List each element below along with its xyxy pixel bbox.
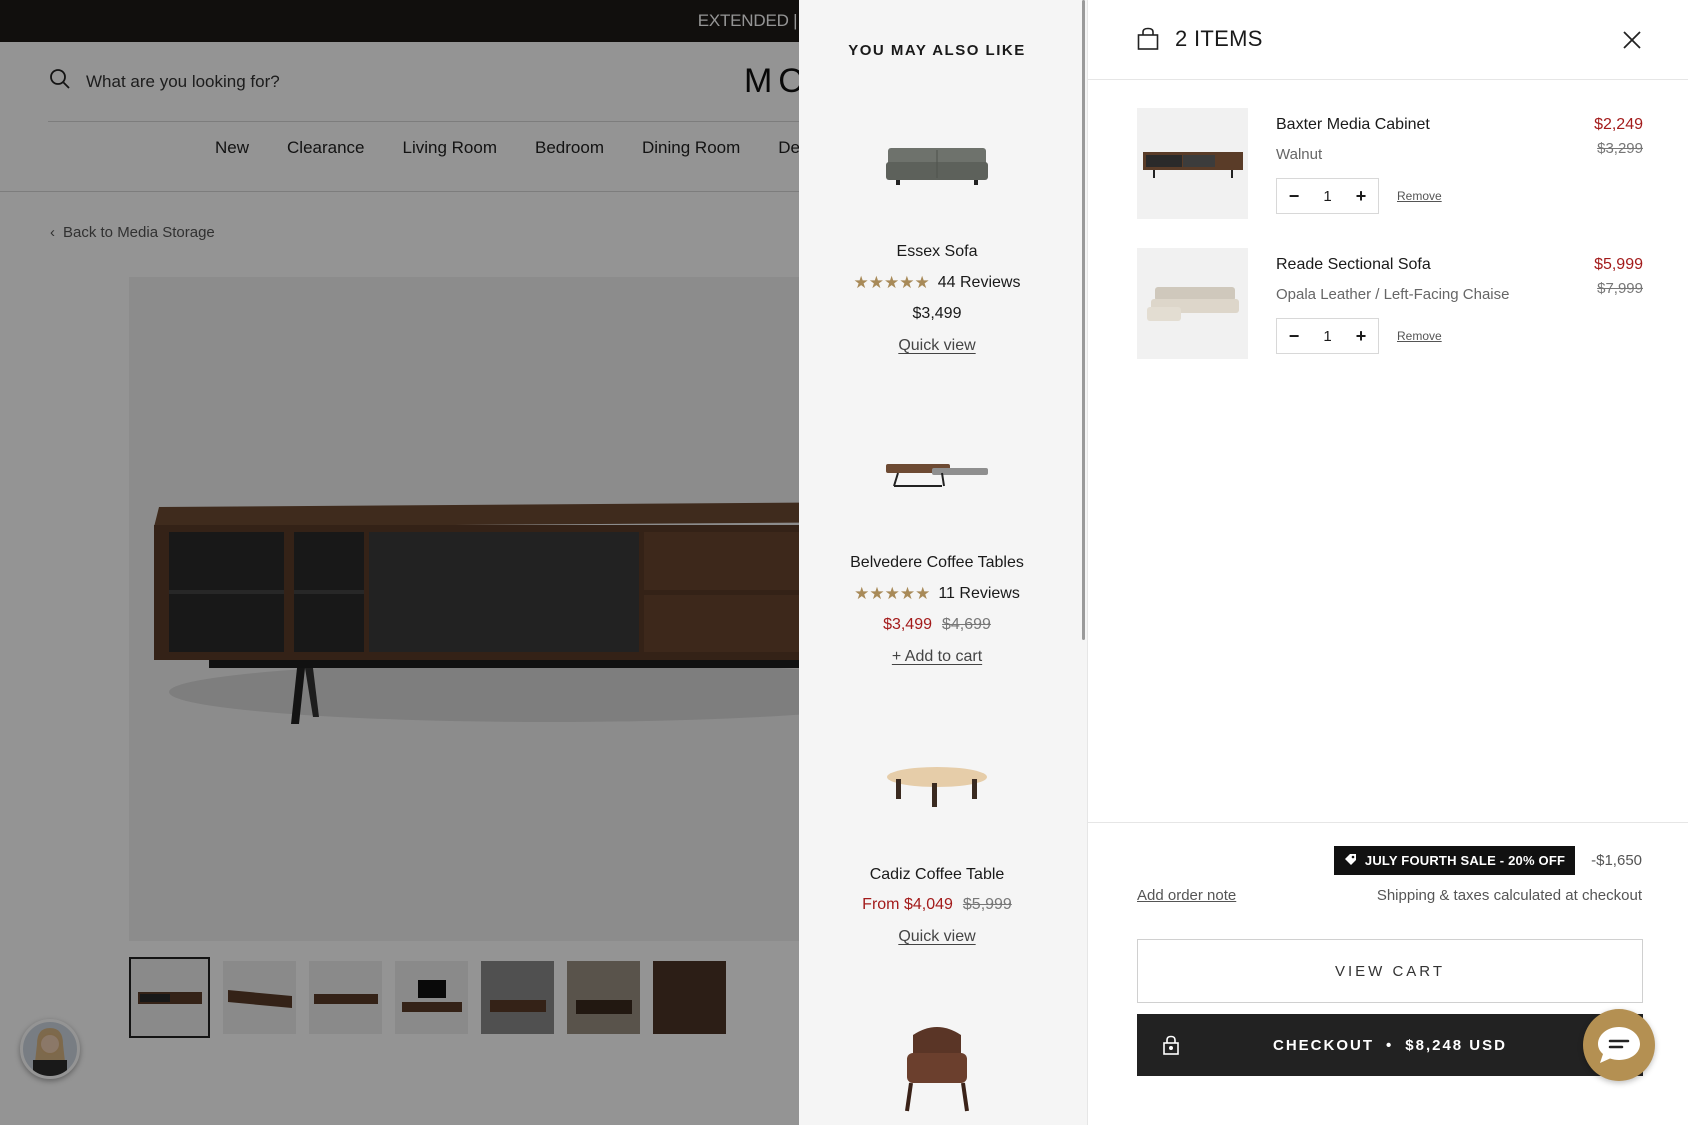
rec-item: Belvedere Coffee Tables ★★★★★ 11 Reviews… <box>799 406 1075 666</box>
rec-was-price: $5,999 <box>962 896 1012 913</box>
quantity-value[interactable]: 1 <box>1323 328 1331 345</box>
cart-item-variant: Opala Leather / Left-Facing Chaise <box>1276 286 1510 303</box>
cart-item-was-price: $7,999 <box>1597 280 1643 297</box>
quantity-value[interactable]: 1 <box>1323 188 1331 205</box>
armchair-icon[interactable] <box>799 1010 1075 1120</box>
tag-icon <box>1344 853 1357 869</box>
cart-footer: JULY FOURTH SALE - 20% OFF -$1,650 Add o… <box>1088 822 1688 1125</box>
star-rating-icon: ★★★★★ <box>854 584 931 603</box>
rec-reviews[interactable]: 44 Reviews <box>938 274 1021 292</box>
bullet-separator: • <box>1386 1036 1394 1054</box>
coffee-table-icon[interactable] <box>799 406 1075 546</box>
discount-row: JULY FOURTH SALE - 20% OFF -$1,650 <box>1333 846 1642 875</box>
cart-item-was-price: $3,299 <box>1597 140 1643 157</box>
checkout-button[interactable]: CHECKOUT • $8,248 USD <box>1137 1014 1643 1076</box>
coffee-table-icon[interactable] <box>799 718 1075 858</box>
sofa-icon[interactable] <box>799 95 1075 235</box>
quantity-stepper: − 1 + <box>1276 318 1379 354</box>
rec-price: $3,499 <box>912 305 962 322</box>
recommendations-title: YOU MAY ALSO LIKE <box>848 42 1026 59</box>
star-rating-icon: ★★★★★ <box>853 273 930 292</box>
discount-badge: JULY FOURTH SALE - 20% OFF <box>1333 846 1576 875</box>
cart-item-variant: Walnut <box>1276 146 1323 163</box>
minus-icon[interactable]: − <box>1287 186 1301 207</box>
remove-button[interactable]: Remove <box>1397 189 1442 203</box>
cart-item-name[interactable]: Reade Sectional Sofa <box>1276 256 1431 274</box>
cart-line-item: Baxter Media Cabinet Walnut $2,249 $3,29… <box>1137 108 1643 220</box>
rec-price-row: $3,499 $4,699 <box>799 616 1075 634</box>
discount-amount: -$1,650 <box>1591 852 1642 869</box>
remove-button[interactable]: Remove <box>1397 329 1442 343</box>
cart-item-name[interactable]: Baxter Media Cabinet <box>1276 116 1430 134</box>
view-cart-button[interactable]: VIEW CART <box>1137 939 1643 1003</box>
shipping-note: Shipping & taxes calculated at checkout <box>1376 887 1642 904</box>
quick-view-link[interactable]: Quick view <box>898 928 975 946</box>
rec-item: Essex Sofa ★★★★★ 44 Reviews $3,499 Quick… <box>799 95 1075 355</box>
add-to-cart-link[interactable]: + Add to cart <box>892 648 982 666</box>
close-icon[interactable] <box>1622 30 1642 50</box>
cart-item-image[interactable] <box>1137 248 1248 359</box>
rec-price-row: From $4,049 $5,999 <box>799 896 1075 914</box>
checkout-label: CHECKOUT <box>1273 1036 1374 1054</box>
rec-name[interactable]: Essex Sofa <box>799 243 1075 261</box>
cart-header: 2 ITEMS <box>1088 0 1688 80</box>
discount-label: JULY FOURTH SALE - 20% OFF <box>1364 853 1566 868</box>
chat-bubble-icon[interactable] <box>1583 1009 1655 1081</box>
rec-rating: ★★★★★ 11 Reviews <box>799 584 1075 604</box>
shopping-bag-icon <box>1137 27 1159 56</box>
cart-item-image[interactable] <box>1137 108 1248 219</box>
rec-sale-price: From $4,049 <box>862 896 953 913</box>
cart-item-count: 2 ITEMS <box>1175 26 1263 51</box>
cart-drawer: 2 ITEMS Baxter Media Cabinet Walnut $2,2… <box>1087 0 1688 1125</box>
quick-view-link[interactable]: Quick view <box>898 337 975 355</box>
plus-icon[interactable]: + <box>1354 326 1368 347</box>
rec-item <box>799 1010 1075 1120</box>
add-order-note-link[interactable]: Add order note <box>1137 887 1236 904</box>
cart-item-price: $5,999 <box>1594 256 1643 273</box>
rec-reviews[interactable]: 11 Reviews <box>938 585 1020 603</box>
rec-was-price: $4,699 <box>942 616 991 633</box>
rec-sale-price: $3,499 <box>883 616 932 633</box>
minus-icon[interactable]: − <box>1287 326 1301 347</box>
rec-rating: ★★★★★ 44 Reviews <box>799 273 1075 293</box>
page-dim-overlay[interactable] <box>0 0 800 1125</box>
recommendations-scrollbar[interactable] <box>1082 0 1085 640</box>
quantity-stepper: − 1 + <box>1276 178 1379 214</box>
checkout-total: $8,248 USD <box>1405 1036 1507 1054</box>
cart-line-item: Reade Sectional Sofa Opala Leather / Lef… <box>1137 248 1643 360</box>
recommendations-panel: YOU MAY ALSO LIKE Essex Sofa ★★★★★ 44 Re… <box>799 0 1087 1125</box>
rec-name[interactable]: Cadiz Coffee Table <box>799 866 1075 884</box>
plus-icon[interactable]: + <box>1354 186 1368 207</box>
rec-name[interactable]: Belvedere Coffee Tables <box>799 554 1075 572</box>
lock-icon <box>1162 1035 1180 1059</box>
rec-item: Cadiz Coffee Table From $4,049 $5,999 Qui… <box>799 718 1075 946</box>
cart-item-price: $2,249 <box>1594 116 1643 133</box>
